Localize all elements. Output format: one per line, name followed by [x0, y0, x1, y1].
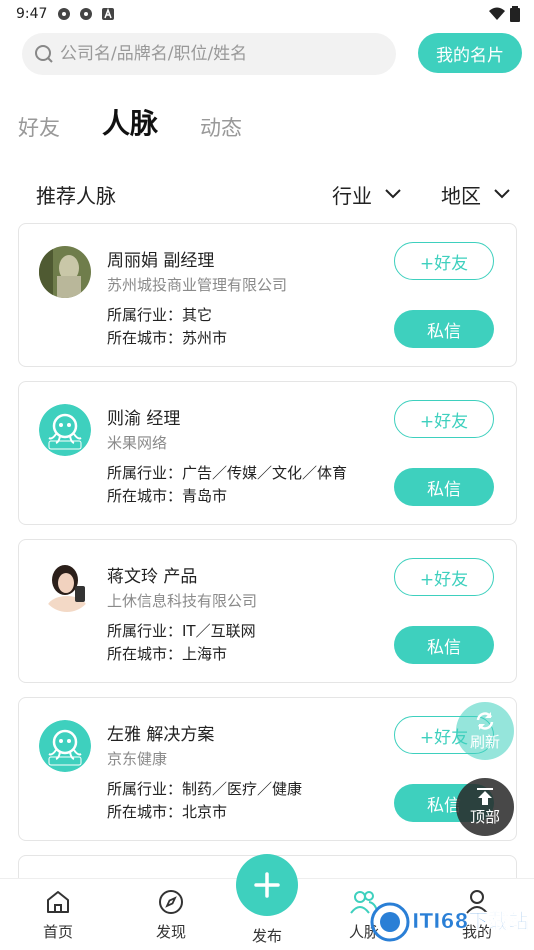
status-time: 9:47 — [16, 6, 48, 22]
contact-company: 米果网络 — [107, 434, 168, 452]
add-friend-button[interactable]: +好友 — [394, 400, 494, 438]
tab-bar: 好友 人脉 动态 — [18, 102, 284, 142]
contact-name: 左雅 解决方案 — [107, 725, 215, 745]
contact-company: 上休信息科技有限公司 — [107, 592, 258, 610]
contact-company: 京东健康 — [107, 750, 168, 768]
contact-city: 所在城市：上海市 — [107, 645, 228, 663]
region-dropdown-label: 地区 — [441, 183, 481, 208]
contact-industry: 所属行业：其它 — [107, 306, 213, 324]
nav-discover-label: 发现 — [155, 923, 186, 941]
default-avatar-icon — [39, 404, 91, 456]
message-button[interactable]: 私信 — [394, 468, 494, 506]
tab-friends[interactable]: 好友 — [18, 112, 60, 142]
notification-icon — [58, 8, 71, 20]
default-avatar-icon — [39, 720, 91, 772]
tab-moments[interactable]: 动态 — [200, 112, 242, 142]
search-icon — [35, 45, 53, 63]
chevron-down-icon — [385, 189, 401, 199]
compass-icon — [159, 890, 183, 914]
refresh-button[interactable]: 刷新 — [456, 702, 514, 760]
status-bar: 9:47 — [0, 0, 534, 28]
home-icon — [47, 891, 69, 913]
search-bar[interactable] — [22, 33, 396, 75]
contact-name: 蒋文玲 产品 — [107, 567, 198, 587]
font-app-icon — [102, 7, 115, 20]
nav-discover[interactable]: 发现 — [131, 889, 211, 942]
filter-row: 推荐人脉 行业 地区 — [36, 178, 518, 210]
contact-card[interactable]: 周丽娟 副经理 苏州城投商业管理有限公司 所属行业：其它 所在城市：苏州市 +好… — [18, 223, 517, 367]
arrow-up-icon — [477, 787, 493, 805]
svg-text:ITI68下载站: ITI68下载站 — [412, 909, 528, 933]
add-friend-button[interactable]: +好友 — [394, 242, 494, 280]
watermark-logo: ITI68下载站 — [368, 896, 534, 950]
wifi-icon — [489, 7, 505, 20]
contact-name: 周丽娟 副经理 — [107, 251, 215, 271]
industry-dropdown[interactable]: 行业 — [332, 180, 402, 209]
back-to-top-label: 顶部 — [469, 807, 500, 826]
contact-industry: 所属行业：IT／互联网 — [107, 622, 256, 640]
message-button[interactable]: 私信 — [394, 310, 494, 348]
contact-name: 则渝 经理 — [107, 409, 181, 429]
top-bar: 我的名片 — [22, 33, 522, 75]
contact-company: 苏州城投商业管理有限公司 — [107, 276, 288, 294]
avatar — [39, 246, 91, 298]
chevron-down-icon — [494, 189, 510, 199]
battery-icon — [510, 6, 520, 22]
back-to-top-button[interactable]: 顶部 — [456, 778, 514, 836]
nav-home[interactable]: 首页 — [18, 889, 98, 942]
contact-city: 所在城市：青岛市 — [107, 487, 228, 505]
contact-city: 所在城市：北京市 — [107, 803, 228, 821]
search-input[interactable] — [60, 44, 360, 64]
contact-city: 所在城市：苏州市 — [107, 329, 228, 347]
refresh-icon — [476, 711, 494, 730]
industry-dropdown-label: 行业 — [332, 183, 372, 208]
contact-card[interactable]: 蒋文玲 产品 上休信息科技有限公司 所属行业：IT／互联网 所在城市：上海市 +… — [18, 539, 517, 683]
notification-icon — [80, 8, 93, 20]
plus-icon — [254, 872, 280, 898]
refresh-label: 刷新 — [469, 732, 500, 751]
contact-industry: 所属行业：广告／传媒／文化／体育 — [107, 464, 348, 482]
section-title: 推荐人脉 — [36, 183, 116, 208]
avatar — [41, 560, 93, 612]
add-friend-button[interactable]: +好友 — [394, 558, 494, 596]
region-dropdown[interactable]: 地区 — [441, 180, 511, 209]
publish-button[interactable] — [236, 854, 298, 916]
my-card-button[interactable]: 我的名片 — [418, 33, 522, 73]
tab-network[interactable]: 人脉 — [102, 102, 158, 142]
message-button[interactable]: 私信 — [394, 626, 494, 664]
nav-publish-label: 发布 — [251, 927, 282, 945]
contact-industry: 所属行业：制药／医疗／健康 — [107, 780, 303, 798]
contact-card[interactable]: 左雅 解决方案 京东健康 所属行业：制药／医疗／健康 所在城市：北京市 +好友 … — [18, 697, 517, 841]
contact-card[interactable]: 则渝 经理 米果网络 所属行业：广告／传媒／文化／体育 所在城市：青岛市 +好友… — [18, 381, 517, 525]
nav-home-label: 首页 — [42, 923, 73, 941]
